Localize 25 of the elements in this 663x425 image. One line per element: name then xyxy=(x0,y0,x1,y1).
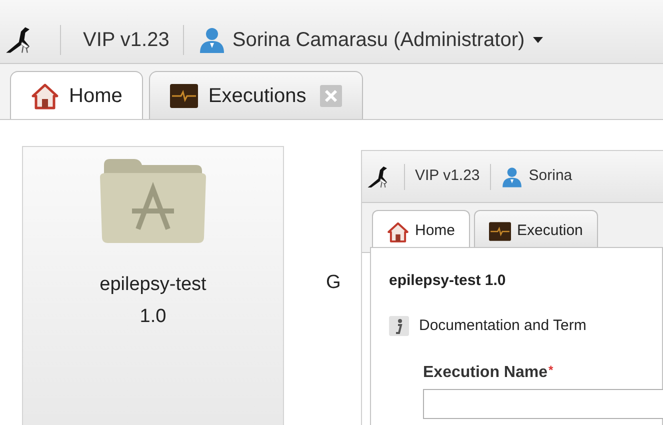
dialog-title: epilepsy-test 1.0 xyxy=(389,271,507,291)
version-label: VIP v1.23 xyxy=(415,166,480,186)
user-menu-label[interactable]: Sorina xyxy=(528,165,572,188)
house-icon xyxy=(31,82,59,110)
close-icon[interactable] xyxy=(320,84,342,106)
user-icon xyxy=(500,166,523,188)
folder-icon xyxy=(98,157,208,243)
tab[interactable]: Home xyxy=(10,71,144,119)
app-card[interactable]: epilepsy-test 1.0 xyxy=(22,146,284,425)
monitor-icon xyxy=(489,222,512,241)
documentation-link[interactable]: Documentation and Term xyxy=(419,314,586,337)
app-name: epilepsy-test xyxy=(100,273,206,297)
user-menu-label[interactable]: Sorina Camarasu (Administrator) xyxy=(232,24,525,54)
version-label: VIP v1.23 xyxy=(83,28,170,52)
required-mark: * xyxy=(548,362,554,379)
info-icon xyxy=(389,316,409,336)
house-icon xyxy=(387,220,409,242)
caret-icon[interactable] xyxy=(532,36,543,42)
app-version: 1.0 xyxy=(140,305,166,329)
tab[interactable]: Executions xyxy=(149,71,364,119)
monitor-icon xyxy=(170,84,198,108)
side-label: G xyxy=(326,271,341,295)
input-field[interactable] xyxy=(423,389,663,419)
field-label: Execution Name xyxy=(423,363,548,383)
user-icon xyxy=(198,26,226,54)
